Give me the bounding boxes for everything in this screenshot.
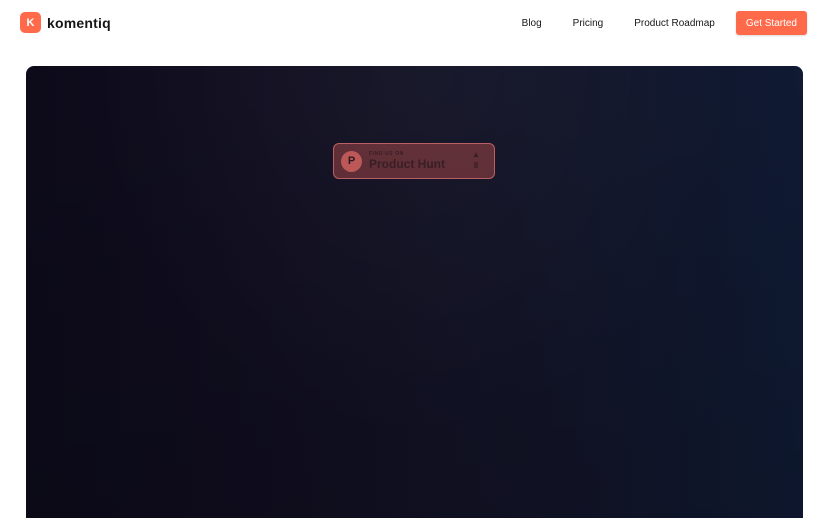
brand-name: komentiq	[47, 14, 111, 31]
product-hunt-title: Product Hunt	[369, 157, 445, 171]
product-hunt-badge[interactable]: P FIND US ON Product Hunt ▲ 8	[333, 143, 495, 179]
site-header: K komentiq Blog Pricing Product Roadmap …	[0, 0, 828, 46]
nav-link-pricing[interactable]: Pricing	[573, 18, 604, 29]
nav-link-blog[interactable]: Blog	[522, 18, 542, 29]
logo-mark-icon: K	[20, 12, 41, 33]
hero-panel: P FIND US ON Product Hunt ▲ 8	[26, 66, 803, 518]
vote-count: 8	[473, 161, 479, 170]
product-hunt-text: FIND US ON Product Hunt	[369, 151, 445, 171]
main-nav: Blog Pricing Product Roadmap Get Started	[522, 11, 807, 35]
brand-logo-link[interactable]: K komentiq	[20, 12, 111, 33]
product-hunt-icon: P	[341, 150, 362, 172]
product-hunt-votes: ▲ 8	[471, 150, 481, 171]
nav-link-product-roadmap[interactable]: Product Roadmap	[634, 18, 715, 29]
upvote-arrow-icon: ▲	[472, 150, 480, 159]
get-started-button[interactable]: Get Started	[735, 11, 807, 35]
